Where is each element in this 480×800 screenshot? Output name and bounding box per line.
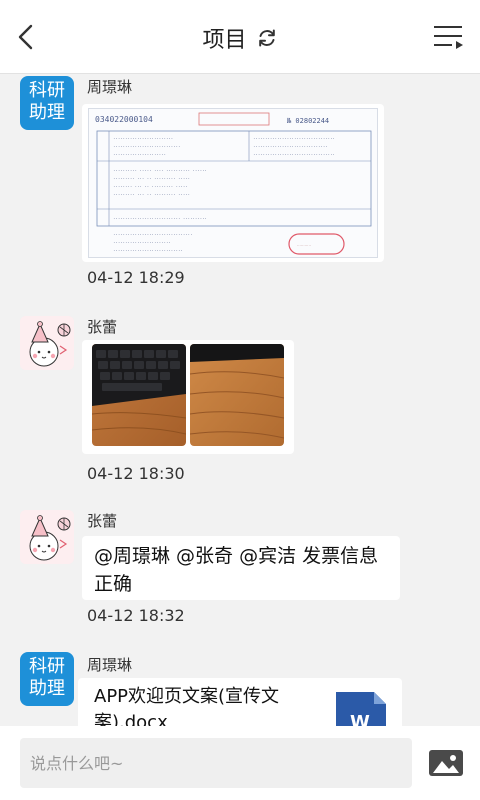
title-area: 项目 [0,22,480,54]
svg-text:034022000104: 034022000104 [95,115,153,124]
list-menu-icon [434,26,463,49]
invoice-photo[interactable]: 034022000104 № 02802244 ................… [88,108,378,258]
avatar-text-line2: 助理 [29,102,65,123]
timestamp: 04-12 18:32 [87,606,185,625]
sender-name: 张蕾 [87,318,118,336]
input-bar [0,726,480,800]
image-picture-icon [429,750,463,776]
svg-text:..............................: .................................. [253,151,335,156]
svg-text:..............................: .................................. [253,135,335,140]
avatar-text-line2: 助理 [29,678,65,699]
word-document-icon: W [336,692,386,726]
svg-text:........ ... .. ..: ........ ... .. ......... ..... [113,183,188,188]
svg-text:......... ... .. ..: ......... ... .. ......... ..... [113,175,190,180]
file-card[interactable]: APP欢迎页文案(宣传文 案).docx W [78,678,402,726]
avatar-text-line1: 科研 [29,80,65,101]
image-bubble[interactable]: 034022000104 № 02802244 ................… [82,104,384,262]
svg-text:............................: ............................ [113,143,180,148]
page-title: 项目 [202,28,247,53]
svg-text:№ 02802244: № 02802244 [286,117,329,125]
svg-text:.............................: ............................. [113,247,183,252]
cartoon-girl-avatar [20,316,74,370]
sender-name: 张蕾 [87,512,118,530]
svg-text:W: W [350,712,370,726]
text-bubble[interactable]: @周璟琳 @张奇 @宾洁 发票信息 正确 [82,536,400,600]
avatar-text-line1: 科研 [29,656,65,677]
avatar[interactable] [20,510,74,564]
send-image-button[interactable] [428,748,464,778]
svg-text:......... ... .. ..: ......... ... .. ......... ..... [113,191,190,196]
avatar[interactable] [20,316,74,370]
svg-text:.......... ..... .... ..: .......... ..... .... .......... ...... [113,167,207,172]
image-bubble [82,340,294,454]
svg-text:......................: ...................... [113,151,166,156]
file-name-line1: APP欢迎页文案(宣传文 [94,686,280,707]
svg-text:........................: ........................ [113,239,171,244]
svg-text:..............................: ............................... [253,143,328,148]
sender-name: 周璟琳 [87,78,133,96]
top-bar: 项目 [0,0,480,74]
svg-text:..............................: ................................. [113,231,192,236]
sender-name: 周璟琳 [87,656,133,674]
timestamp: 04-12 18:29 [87,268,185,287]
avatar[interactable]: 科研 助理 [20,76,74,130]
message-text-line2: 正确 [94,573,133,595]
refresh-icon[interactable] [256,27,278,49]
avatar[interactable]: 科研 助理 [20,652,74,706]
file-name: APP欢迎页文案(宣传文 案).docx [94,684,324,726]
file-name-line2: 案).docx [94,712,168,726]
menu-button[interactable] [432,22,466,52]
message-list[interactable]: 科研 助理 周璟琳 034022000104 № 02802244 ......… [0,74,480,726]
timestamp: 04-12 18:30 [87,464,185,483]
message-text-line1: @周璟琳 @张奇 @宾洁 发票信息 [94,545,379,567]
keyboard-photo[interactable] [92,344,186,446]
wooden-desk-photo[interactable] [190,344,284,446]
message-input[interactable] [20,738,412,788]
svg-text:.........................: ......................... [113,135,173,140]
cartoon-girl-avatar [20,510,74,564]
svg-text:...........: ........... [297,242,311,247]
svg-text:............................: ............................ .......... [113,215,207,220]
